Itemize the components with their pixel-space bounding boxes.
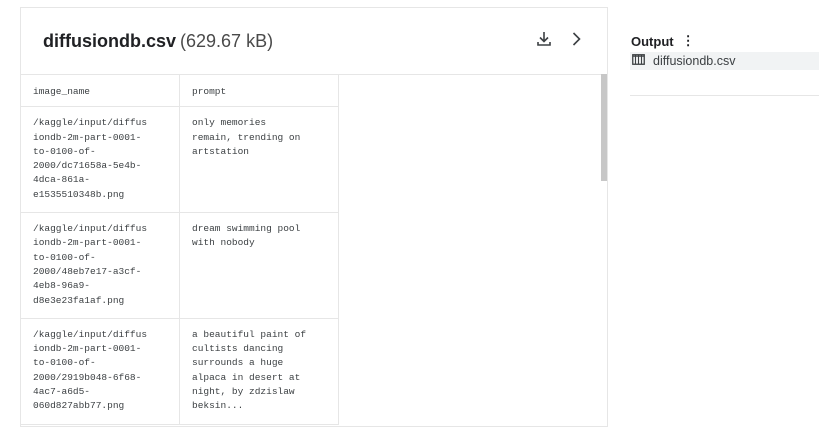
data-table: image_name prompt /kaggle/input/diffusio… xyxy=(21,73,339,425)
file-preview-card: diffusiondb.csv (629.67 kB) image_name pr… xyxy=(20,7,608,427)
cell-text: dream swimming pool with nobody xyxy=(192,223,301,249)
table-row: /kaggle/input/diffusiondb-2m-part-0001-t… xyxy=(21,317,339,425)
column-header[interactable]: prompt xyxy=(179,73,339,108)
file-size: (629.67 kB) xyxy=(180,31,274,51)
column-header-label: image_name xyxy=(33,86,91,97)
table-icon xyxy=(632,54,645,68)
table-header-row: image_name prompt xyxy=(21,73,339,108)
output-panel: Output ⋮ diffusiondb.csv xyxy=(630,33,819,96)
file-name: diffusiondb.csv xyxy=(43,31,177,51)
output-title: Output xyxy=(631,33,674,49)
download-icon[interactable] xyxy=(535,30,553,48)
output-file-item[interactable]: diffusiondb.csv xyxy=(630,52,819,70)
chevron-right-icon[interactable] xyxy=(567,30,585,48)
table-cell: /kaggle/input/diffusiondb-2m-part-0001-t… xyxy=(21,317,180,425)
more-options-icon[interactable]: ⋮ xyxy=(682,33,695,49)
vertical-scrollbar[interactable] xyxy=(601,74,607,181)
cell-text: /kaggle/input/diffusiondb-2m-part-0001-t… xyxy=(33,328,148,412)
file-preview-header: diffusiondb.csv (629.67 kB) xyxy=(21,8,607,75)
table-row: /kaggle/input/diffusiondb-2m-part-0001-t… xyxy=(21,212,339,319)
column-header-label: prompt xyxy=(192,86,227,97)
cell-text: a beautiful paint of cultists dancing su… xyxy=(192,328,307,412)
output-file-name: diffusiondb.csv xyxy=(653,54,736,68)
table-cell: only memories remain, trending on artsta… xyxy=(179,106,339,214)
table-cell: /kaggle/input/diffusiondb-2m-part-0001-t… xyxy=(21,212,180,319)
table-cell: a beautiful paint of cultists dancing su… xyxy=(179,317,339,425)
table-cell: dream swimming pool with nobody xyxy=(179,212,339,319)
table-cell: /kaggle/input/diffusiondb-2m-part-0001-t… xyxy=(21,106,180,214)
divider xyxy=(630,95,819,96)
cell-text: only memories remain, trending on artsta… xyxy=(192,117,301,157)
cell-text: /kaggle/input/diffusiondb-2m-part-0001-t… xyxy=(33,117,148,200)
cell-text: /kaggle/input/diffusiondb-2m-part-0001-t… xyxy=(33,223,148,306)
file-title: diffusiondb.csv (629.67 kB) xyxy=(43,31,273,52)
column-header[interactable]: image_name xyxy=(21,73,180,108)
table-row: /kaggle/input/diffusiondb-2m-part-0001-t… xyxy=(21,106,339,214)
